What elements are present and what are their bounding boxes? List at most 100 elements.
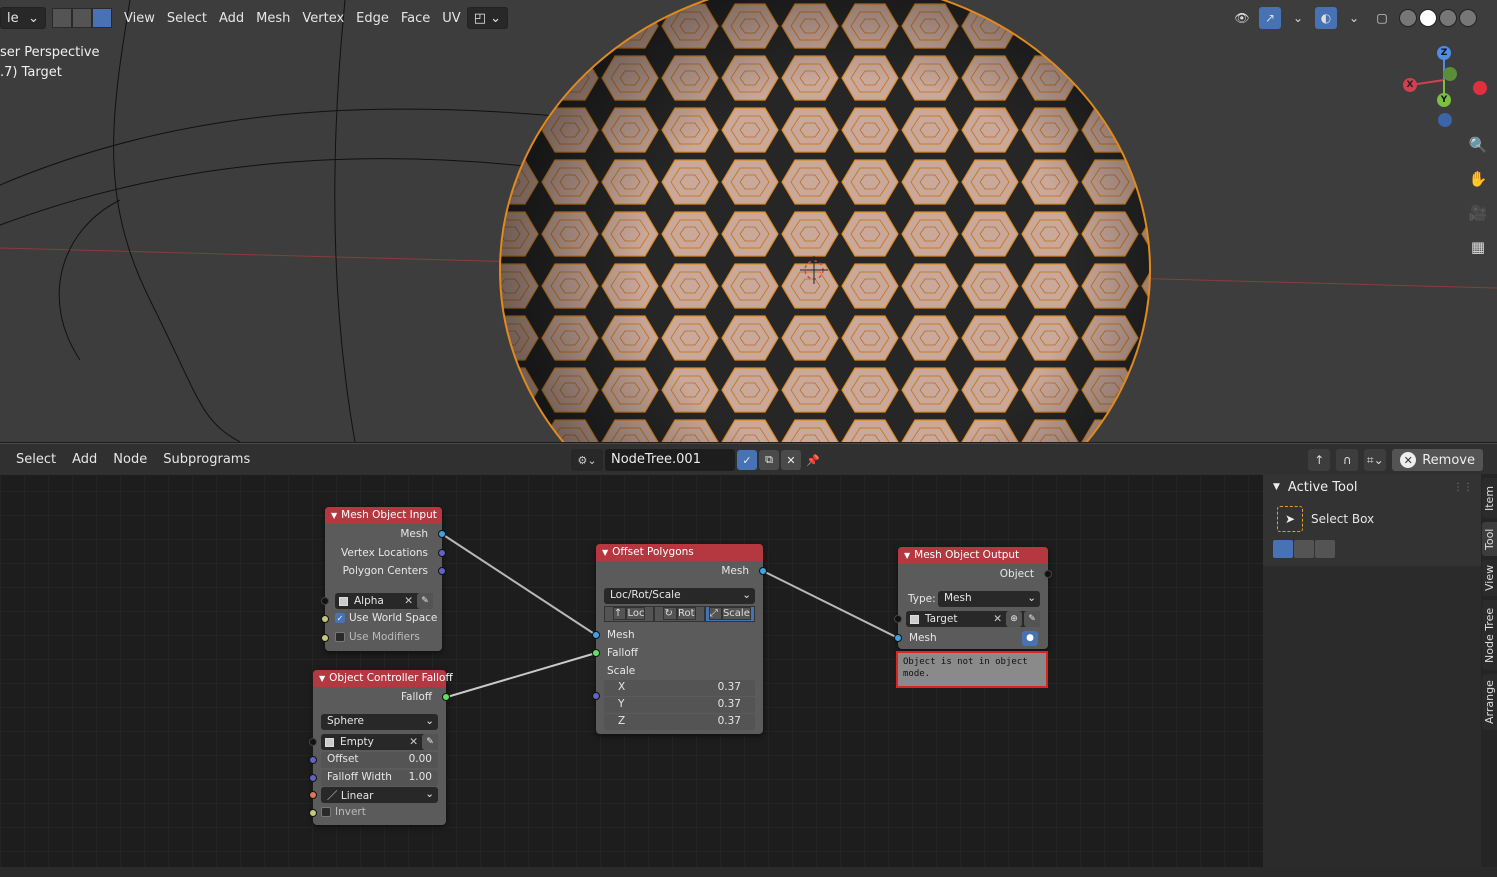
pan-hand-icon[interactable]: ✋ bbox=[1465, 166, 1491, 192]
input-offset-socket[interactable] bbox=[309, 756, 317, 764]
navigation-gizmo[interactable]: Z X Y bbox=[1397, 40, 1497, 130]
tab-node-tree[interactable]: Node Tree bbox=[1482, 600, 1497, 670]
material-shading-icon[interactable] bbox=[1439, 9, 1457, 27]
type-dropdown[interactable]: Mesh ⌄ bbox=[938, 591, 1040, 607]
execute-toggle-icon[interactable]: ● bbox=[1022, 631, 1038, 646]
input-mesh-socket[interactable] bbox=[894, 634, 902, 642]
rot-toggle[interactable]: ↻ Rot bbox=[654, 606, 705, 622]
tab-view[interactable]: View bbox=[1482, 560, 1497, 596]
gizmo-neg-y-dot[interactable] bbox=[1443, 67, 1457, 81]
menu-edge[interactable]: Edge bbox=[350, 7, 395, 29]
collapse-triangle-icon[interactable]: ▼ bbox=[904, 551, 910, 560]
input-object-socket[interactable] bbox=[894, 615, 902, 623]
interpolation-dropdown[interactable]: ／ Linear ⌄ bbox=[321, 787, 438, 803]
input-interpolation-socket[interactable] bbox=[309, 791, 317, 799]
invert-checkbox[interactable]: Invert bbox=[321, 806, 366, 818]
zoom-icon[interactable]: 🔍 bbox=[1465, 132, 1491, 158]
collapse-triangle-icon[interactable]: ▼ bbox=[331, 511, 337, 520]
loc-toggle[interactable]: ↑ Loc bbox=[604, 606, 655, 622]
input-object-socket[interactable] bbox=[321, 597, 329, 605]
gizmo-toggle-icon[interactable]: ↗ bbox=[1259, 7, 1281, 29]
menu-face[interactable]: Face bbox=[395, 7, 436, 29]
eyedropper-icon[interactable]: ✎ bbox=[422, 734, 438, 750]
gizmo-neg-z-dot[interactable] bbox=[1438, 113, 1452, 127]
menu-vertex[interactable]: Vertex bbox=[296, 7, 350, 29]
clear-icon[interactable]: ✕ bbox=[993, 613, 1002, 625]
menu-uv[interactable]: UV bbox=[436, 7, 466, 29]
active-tool-row[interactable]: ➤ Select Box bbox=[1277, 506, 1471, 532]
snap-type-dropdown[interactable]: ⌗⌄ bbox=[1364, 449, 1387, 471]
input-falloff-width-socket[interactable] bbox=[309, 774, 317, 782]
xray-icon[interactable]: ▢ bbox=[1371, 7, 1393, 29]
output-falloff-socket[interactable] bbox=[442, 693, 450, 701]
add-object-icon[interactable]: ⊕ bbox=[1006, 611, 1022, 627]
node-offset-polygons[interactable]: ▼ Offset Polygons Mesh Loc/Rot/Scale ⌄ ↑ … bbox=[592, 544, 767, 734]
rendered-shading-icon[interactable] bbox=[1459, 9, 1477, 27]
output-mesh-socket[interactable] bbox=[759, 567, 767, 575]
output-vertex-locations-socket[interactable] bbox=[438, 549, 446, 557]
offset-field[interactable]: Offset 0.00 bbox=[321, 752, 438, 768]
input-invert-socket[interactable] bbox=[309, 809, 317, 817]
eyedropper-icon[interactable]: ✎ bbox=[417, 593, 433, 609]
node-header[interactable]: ▼ Offset Polygons bbox=[596, 544, 763, 561]
node-header[interactable]: ▼ Mesh Object Output bbox=[898, 547, 1048, 564]
output-polygon-centers-socket[interactable] bbox=[438, 567, 446, 575]
input-use-world-space-socket[interactable] bbox=[321, 615, 329, 623]
scale-toggle[interactable]: ⤢ Scale bbox=[704, 606, 755, 622]
collapse-triangle-icon[interactable]: ▼ bbox=[319, 674, 325, 683]
collapse-triangle-icon[interactable]: ▼ bbox=[602, 548, 608, 557]
tab-arrange[interactable]: Arrange bbox=[1482, 674, 1497, 730]
node-header[interactable]: ▼ Mesh Object Input bbox=[325, 507, 442, 524]
gizmo-y-axis[interactable]: Y bbox=[1437, 93, 1451, 107]
input-falloff-socket[interactable] bbox=[592, 649, 600, 657]
node-mesh-object-input[interactable]: ▼ Mesh Object Input Mesh Vertex Locations… bbox=[321, 507, 446, 651]
3d-viewport[interactable]: le ⌄ View Select Add Mesh Vertex Edge Fa… bbox=[0, 0, 1497, 442]
overlays-icon[interactable]: ◐ bbox=[1315, 7, 1337, 29]
solid-shading-icon[interactable] bbox=[1419, 9, 1437, 27]
chevron-down-icon[interactable]: ⌄ bbox=[1287, 7, 1309, 29]
object-picker[interactable]: Target ✕ ⊕ ✎ bbox=[906, 611, 1040, 627]
scale-z-field[interactable]: Z 0.37 bbox=[604, 714, 755, 730]
output-object-socket[interactable] bbox=[1044, 570, 1052, 578]
menu-add[interactable]: Add bbox=[213, 7, 250, 29]
clear-icon[interactable]: ✕ bbox=[404, 595, 413, 607]
snap-icon[interactable]: ∩ bbox=[1336, 449, 1359, 471]
active-tool-panel-header[interactable]: ▼ Active Tool ⋮⋮ bbox=[1263, 474, 1481, 500]
remove-button[interactable]: ✕ Remove bbox=[1392, 449, 1483, 471]
falloff-width-field[interactable]: Falloff Width 1.00 bbox=[321, 770, 438, 786]
grid-perspective-icon[interactable]: ▦ bbox=[1465, 234, 1491, 260]
menu-view[interactable]: View bbox=[118, 7, 161, 29]
mode-dropdown[interactable]: Loc/Rot/Scale ⌄ bbox=[604, 588, 755, 604]
drag-handle-icon[interactable]: ⋮⋮ bbox=[1453, 482, 1473, 493]
node-object-controller-falloff[interactable]: ▼ Object Controller Falloff Falloff Spher… bbox=[309, 670, 453, 825]
input-mesh-socket[interactable] bbox=[592, 631, 600, 639]
mode-selector[interactable]: le ⌄ bbox=[0, 7, 46, 29]
edge-select-button[interactable] bbox=[72, 8, 92, 28]
visibility-icon[interactable]: 👁 bbox=[1231, 7, 1253, 29]
input-object-socket[interactable] bbox=[309, 738, 317, 746]
tab-tool[interactable]: Tool bbox=[1482, 522, 1497, 556]
mode-subtract-selection-button[interactable] bbox=[1315, 540, 1335, 558]
vertex-select-button[interactable] bbox=[52, 8, 72, 28]
wireframe-shading-icon[interactable] bbox=[1399, 9, 1417, 27]
clear-icon[interactable]: ✕ bbox=[409, 736, 418, 748]
chevron-down-icon[interactable]: ⌄ bbox=[1343, 7, 1365, 29]
node-mesh-object-output[interactable]: ▼ Mesh Object Output Object Type: Mesh ⌄ … bbox=[894, 547, 1052, 688]
gizmo-neg-x-dot[interactable] bbox=[1473, 81, 1487, 95]
object-picker[interactable]: Alpha ✕ ✎ bbox=[335, 593, 433, 609]
output-mesh-socket[interactable] bbox=[438, 530, 446, 538]
scale-y-field[interactable]: Y 0.37 bbox=[604, 697, 755, 713]
object-picker[interactable]: Empty ✕ ✎ bbox=[321, 734, 438, 750]
use-modifiers-checkbox[interactable]: Use Modifiers bbox=[335, 631, 420, 643]
scale-x-field[interactable]: X 0.37 bbox=[604, 680, 755, 696]
eyedropper-icon[interactable]: ✎ bbox=[1024, 611, 1040, 627]
transform-orientation-dropdown[interactable]: ◰ ⌄ bbox=[466, 7, 509, 29]
mode-extend-selection-button[interactable] bbox=[1294, 540, 1314, 558]
face-select-button[interactable] bbox=[92, 8, 112, 28]
mode-new-selection-button[interactable] bbox=[1273, 540, 1293, 558]
gizmo-x-axis[interactable]: X bbox=[1403, 78, 1417, 92]
collapse-triangle-icon[interactable]: ▼ bbox=[1273, 482, 1280, 492]
menu-select[interactable]: Select bbox=[161, 7, 213, 29]
gizmo-z-axis[interactable]: Z bbox=[1437, 46, 1451, 60]
camera-icon[interactable]: 🎥 bbox=[1465, 200, 1491, 226]
